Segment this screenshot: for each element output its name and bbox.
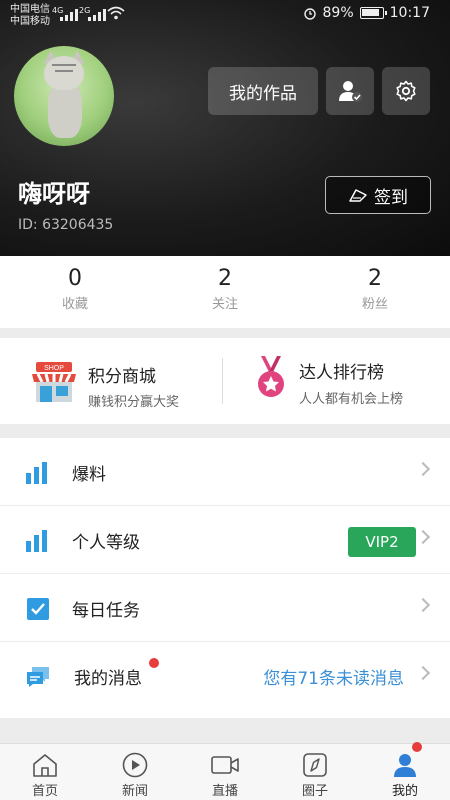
stat-value: 2 [218,266,232,291]
bar-chart-icon [26,530,50,552]
stat-label: 粉丝 [361,297,388,312]
alarm-icon [303,8,316,20]
ranking-entry[interactable]: 达人排行榜 人人都有机会上榜 [223,338,450,424]
settings-button[interactable] [382,67,430,115]
gear-icon [396,80,416,102]
svg-text:SHOP: SHOP [44,365,64,372]
tab-mine[interactable]: 我的 [360,742,450,800]
video-camera-icon [211,756,239,774]
menu-list: 爆料 个人等级 VIP2 每日任务 我的消息 您有71条未读消息 [0,438,450,718]
chat-icon [27,667,49,687]
user-verify-button[interactable] [326,67,374,115]
menu-item-label: 爆料 [72,465,106,485]
feature-panel: SHOP 积分商城 赚钱积分赢大奖 达人排行榜 人人都有机会上榜 [0,338,450,424]
battery-percent: 89% [322,5,354,21]
tab-live[interactable]: 直播 [180,744,270,800]
carrier-info: 中国电信 中国移动 [10,4,50,28]
tab-label: 圈子 [301,784,328,799]
menu-item-label: 我的消息 [74,669,142,689]
ranking-subtitle: 人人都有机会上榜 [299,392,404,407]
username: 嗨呀呀 [18,180,90,208]
clock: 10:17 [389,5,430,21]
signin-label: 签到 [374,187,408,208]
bar-chart-icon [26,462,50,484]
unread-messages-text: 您有71条未读消息 [263,669,404,689]
chevron-right-icon [415,597,431,613]
profile-icon [394,754,416,777]
menu-item-label: 个人等级 [72,533,140,553]
chevron-right-icon [415,665,431,681]
medal-icon [258,356,284,397]
points-shop-entry[interactable]: SHOP 积分商城 赚钱积分赢大奖 [0,338,222,424]
tab-home[interactable]: 首页 [0,744,90,800]
home-icon [33,754,57,777]
menu-item-daily-task[interactable]: 每日任务 [0,574,450,642]
profile-header: 中国电信 中国移动 4G 2G 89% 10:17 我的作品 嗨呀呀 ID: 6… [0,0,450,256]
battery-icon [359,7,387,19]
compass-icon [303,753,327,777]
signal-icon [60,9,78,21]
bottom-tab-bar: 首页 新闻 直播 圈子 我的 [0,742,450,800]
tab-label: 直播 [211,784,238,799]
menu-item-baoliao[interactable]: 爆料 [0,438,450,506]
tab-label: 我的 [391,784,418,799]
shop-icon: SHOP [32,362,76,402]
chevron-right-icon [415,461,431,477]
stat-label: 收藏 [61,297,88,312]
carrier-2: 中国移动 [10,16,50,27]
stat-following[interactable]: 2 关注 [150,256,300,328]
play-icon [122,752,148,778]
wifi-icon [107,6,125,20]
my-works-button[interactable]: 我的作品 [208,67,318,115]
unread-dot [149,658,159,668]
chevron-right-icon [415,529,431,545]
status-right: 89% 10:17 [303,5,430,21]
stats-bar: 0 收藏 2 关注 2 粉丝 [0,256,450,328]
signin-icon [349,189,367,202]
stat-value: 2 [368,266,382,291]
checkbox-icon [27,598,49,620]
signin-button[interactable]: 签到 [325,176,431,214]
points-shop-subtitle: 赚钱积分赢大奖 [88,395,180,410]
user-id: ID: 63206435 [18,217,114,233]
user-check-icon [339,81,362,102]
notification-dot [412,742,422,752]
stat-label: 关注 [211,297,238,312]
tab-label: 首页 [31,784,58,799]
points-shop-title: 积分商城 [88,367,156,387]
signal-icon [88,9,106,21]
status-bar: 中国电信 中国移动 4G 2G 89% 10:17 [0,0,450,30]
carrier-1: 中国电信 [10,4,50,15]
menu-item-level[interactable]: 个人等级 VIP2 [0,506,450,574]
stat-favorites[interactable]: 0 收藏 [0,256,150,328]
menu-item-label: 每日任务 [72,601,140,621]
stat-fans[interactable]: 2 粉丝 [300,256,450,328]
tab-circle[interactable]: 圈子 [270,744,360,800]
vip-badge: VIP2 [348,527,416,557]
menu-item-messages[interactable]: 我的消息 您有71条未读消息 [0,642,450,710]
avatar[interactable] [14,46,114,146]
tab-label: 新闻 [121,784,148,799]
tab-news[interactable]: 新闻 [90,744,180,800]
stat-value: 0 [68,266,82,291]
ranking-title: 达人排行榜 [299,363,384,383]
